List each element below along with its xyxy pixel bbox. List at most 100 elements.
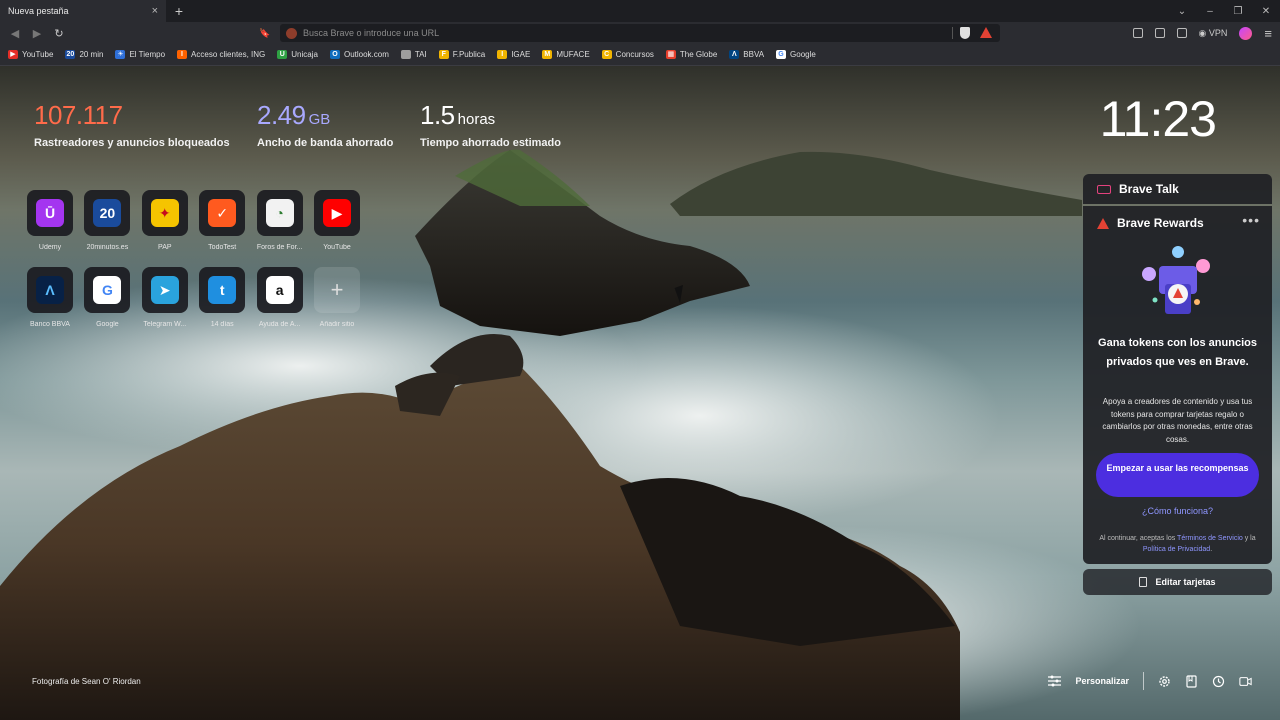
history-icon[interactable]	[1212, 675, 1225, 688]
bookmark-item[interactable]: ▦ The Globe	[665, 50, 717, 59]
bookmark-label: Outlook.com	[343, 50, 389, 59]
top-site-box: ◔	[256, 190, 303, 236]
brave-shields-icon[interactable]	[960, 27, 970, 39]
bookmark-item[interactable]: F F.Publica	[438, 50, 485, 59]
back-icon[interactable]: ◀	[4, 27, 26, 40]
bookmark-label: El Tiempo	[129, 50, 166, 59]
photo-credit: Fotografía de Sean O' Riordan	[32, 677, 141, 686]
top-site-tile[interactable]: ✓ TodoTest	[199, 190, 246, 251]
brave-rewards-icon[interactable]	[980, 27, 992, 38]
bookmark-label: YouTube	[22, 50, 54, 59]
bookmark-favicon-icon: F	[438, 50, 449, 59]
tab-search-chevron-icon[interactable]: ⌄	[1168, 6, 1196, 17]
bookmark-item[interactable]: M MUFACE	[542, 50, 590, 59]
address-divider	[952, 27, 953, 39]
tab-title: Nueva pestaña	[8, 6, 69, 16]
bookmark-item[interactable]: U Unicaja	[277, 50, 318, 59]
minimize-button[interactable]: –	[1196, 6, 1224, 17]
terms-of-service-link[interactable]: Términos de Servicio	[1177, 535, 1243, 542]
top-site-tile[interactable]: a Ayuda de A...	[256, 267, 303, 328]
top-site-tile[interactable]: ✦ PAP	[141, 190, 188, 251]
bookmark-item[interactable]: ▶ YouTube	[8, 50, 53, 59]
top-site-name: TodoTest	[208, 244, 237, 251]
top-site-tile[interactable]: 20 20minutos.es	[84, 190, 131, 251]
footer-divider	[1143, 672, 1144, 690]
bookmark-item[interactable]: ☀ El Tiempo	[115, 50, 165, 59]
site-favicon-icon: ▶	[323, 199, 351, 227]
address-bar[interactable]: Busca Brave o introduce una URL	[280, 24, 1000, 42]
window-controls: ⌄ – ❐ ✕	[1168, 0, 1280, 22]
tab-strip: Nueva pestaña × + ⌄ – ❐ ✕	[0, 0, 1280, 22]
edit-cards-label: Editar tarjetas	[1155, 577, 1216, 587]
new-tab-button[interactable]: +	[170, 1, 188, 21]
edit-cards-button[interactable]: Editar tarjetas	[1083, 569, 1272, 595]
top-site-name: Ayuda de A...	[258, 321, 301, 328]
privacy-policy-link[interactable]: Política de Privacidad	[1143, 546, 1210, 553]
tab-close-icon[interactable]: ×	[152, 5, 158, 17]
bookmarks-icon[interactable]	[1185, 674, 1198, 688]
sidebar-icon[interactable]	[1154, 28, 1165, 38]
bookmark-icon[interactable]: 🔖	[254, 28, 276, 39]
brave-talk-card[interactable]: Brave Talk	[1083, 174, 1272, 204]
customize-sliders-icon[interactable]	[1048, 675, 1062, 688]
top-site-tile[interactable]: t 14 días	[199, 267, 246, 328]
top-site-box: Λ	[27, 267, 73, 313]
bookmark-item[interactable]: 20 20 min	[65, 50, 103, 59]
bookmark-favicon-icon: ▦	[665, 50, 676, 59]
vpn-button[interactable]: ◉ VPN	[1199, 28, 1228, 39]
start-rewards-button[interactable]: Empezar a usar las recompensas	[1096, 453, 1259, 497]
top-site-tile[interactable]: ◔ Foros de For...	[256, 190, 303, 251]
rewards-header: Brave Rewards	[1097, 216, 1204, 230]
top-site-tile[interactable]: ▶ YouTube	[314, 190, 360, 251]
top-site-tile[interactable]: ➤ Telegram W...	[141, 267, 188, 328]
add-site-tile[interactable]: + Añadir sitio	[314, 267, 360, 328]
footer-toolbar: Personalizar	[1048, 670, 1252, 692]
bookmark-label: IGAE	[511, 50, 531, 59]
brave-talk-icon[interactable]	[1239, 675, 1252, 688]
address-input[interactable]: Busca Brave o introduce una URL	[303, 28, 439, 38]
terms-prefix: Al continuar, aceptas los	[1099, 535, 1178, 542]
menu-icon[interactable]: ≡	[1264, 26, 1272, 41]
tab-new-tab[interactable]: Nueva pestaña ×	[0, 0, 166, 22]
bookmark-item[interactable]: I IGAE	[497, 50, 530, 59]
top-site-name: Banco BBVA	[30, 321, 70, 328]
bookmark-item[interactable]: G Google	[776, 50, 816, 59]
settings-gear-icon[interactable]	[1158, 675, 1171, 688]
bookmark-item[interactable]: C Concursos	[601, 50, 654, 59]
top-site-name: Udemy	[38, 244, 62, 251]
bookmark-favicon-icon	[400, 50, 411, 59]
bookmark-item[interactable]: O Outlook.com	[329, 50, 389, 59]
bookmark-label: Unicaja	[291, 50, 318, 59]
rewards-illustration-icon	[1142, 246, 1210, 314]
bookmark-label: Google	[790, 50, 816, 59]
brave-rewards-card: Brave Rewards ••• Gana tokens con los an…	[1083, 206, 1272, 564]
forward-icon[interactable]: ▶	[26, 27, 48, 40]
bookmark-label: MUFACE	[556, 50, 590, 59]
stat-time-value: 1.5	[420, 100, 455, 130]
stat-time-unit: horas	[457, 111, 496, 128]
stat-bandwidth-unit: GB	[308, 111, 331, 128]
bookmark-item[interactable]: TAI	[400, 50, 427, 59]
top-site-box: +	[314, 267, 360, 313]
extensions-icon[interactable]	[1132, 28, 1143, 38]
profile-avatar[interactable]	[1239, 26, 1253, 40]
restore-button[interactable]: ❐	[1224, 6, 1252, 17]
rewards-body: Apoya a creadores de contenido y usa tus…	[1102, 397, 1253, 444]
top-site-tile[interactable]: Λ Banco BBVA	[27, 267, 73, 328]
close-window-button[interactable]: ✕	[1252, 6, 1280, 17]
stat-trackers-label: Rastreadores y anuncios bloqueados	[34, 137, 230, 149]
rewards-headline: Gana tokens con los anuncios privados qu…	[1098, 337, 1257, 368]
edit-icon	[1139, 577, 1148, 587]
customize-button[interactable]: Personalizar	[1075, 676, 1129, 686]
rewards-more-icon[interactable]: •••	[1242, 212, 1260, 228]
reload-icon[interactable]: ↻	[48, 27, 70, 40]
wallet-icon[interactable]	[1176, 28, 1187, 38]
top-site-tile[interactable]: Ū Udemy	[27, 190, 73, 251]
bookmark-favicon-icon: C	[601, 50, 612, 59]
bookmark-item[interactable]: I Acceso clientes, ING	[177, 50, 265, 59]
stat-trackers-value: 107.117	[34, 100, 123, 130]
top-site-box: ➤	[141, 267, 188, 313]
bookmark-item[interactable]: Λ BBVA	[729, 50, 764, 59]
how-it-works-link[interactable]: ¿Cómo funciona?	[1083, 506, 1272, 516]
top-site-tile[interactable]: G Google	[84, 267, 131, 328]
